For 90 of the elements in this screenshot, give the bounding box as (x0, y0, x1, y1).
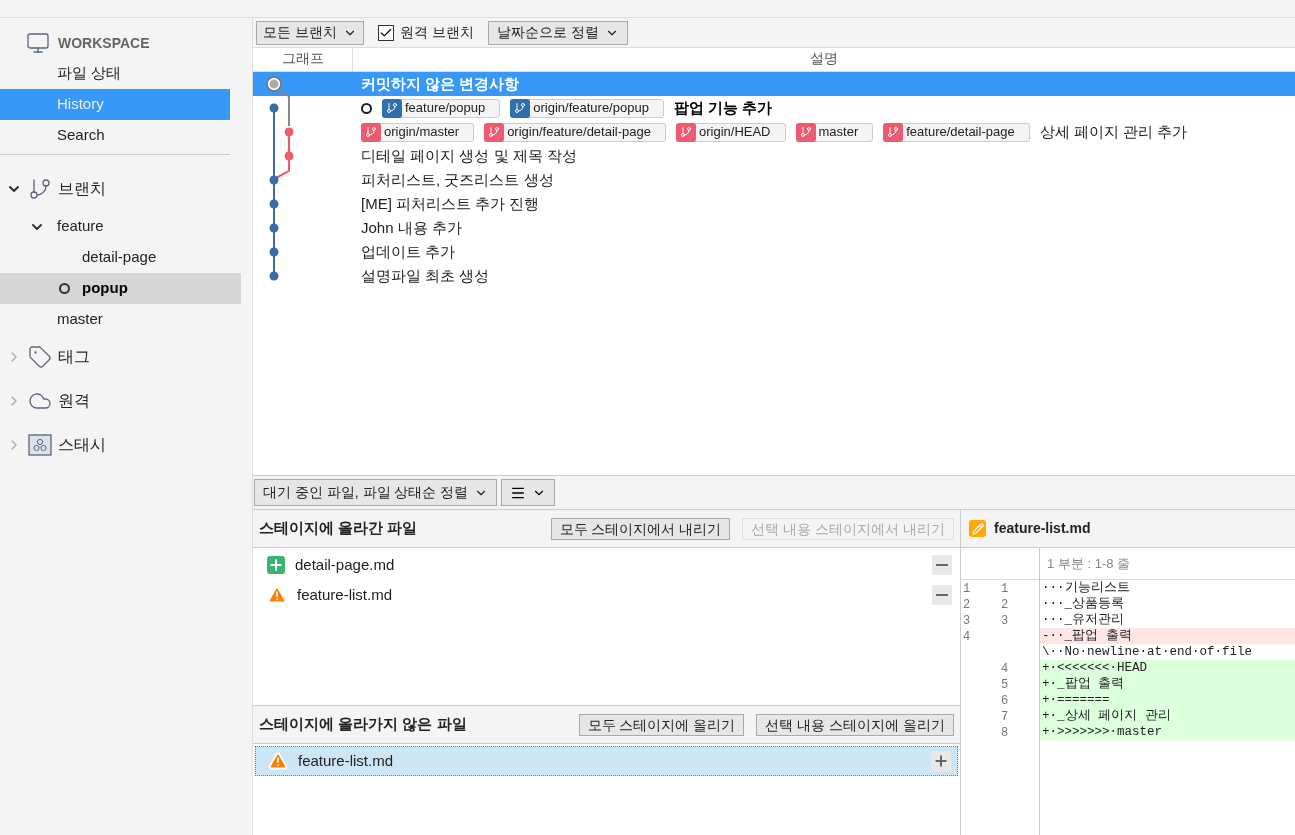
file-row[interactable]: detail-page.md (255, 550, 958, 580)
line-number: 8 (1001, 726, 1009, 740)
stage-action-button[interactable]: 선택 내용 스테이지에 올리기 (756, 713, 954, 736)
modified-file-icon (969, 520, 986, 537)
workspace-item[interactable]: 파일 상태 (0, 58, 230, 89)
commit-message: 설명파일 최초 생성 (361, 265, 490, 286)
unstage-button[interactable] (932, 585, 952, 605)
diff-line: ···기능리스트 (1041, 580, 1131, 596)
column-header[interactable]: 설명 (353, 48, 1295, 71)
warning-icon (268, 751, 288, 771)
branch-label: detail-page (82, 247, 157, 268)
branch-tag[interactable]: origin/HEAD (675, 122, 786, 142)
commit-row[interactable]: 업데이트 추가 (253, 240, 1295, 264)
commit-row[interactable]: [ME] 피처리스트 추가 진행 (253, 192, 1295, 216)
section-title: 스테이지에 올라가지 않은 파일 (259, 714, 468, 735)
file-sort-dropdown[interactable]: 대기 중인 파일, 파일 상태순 정렬 (254, 479, 498, 506)
monitor-icon (26, 31, 50, 55)
added-file-icon (267, 556, 285, 574)
line-number: 5 (1001, 678, 1009, 692)
commit-row[interactable]: 디테일 페이지 생성 및 제목 작성 (253, 144, 1295, 168)
section-label[interactable]: 태그 (58, 345, 90, 369)
commit-row[interactable]: John 내용 추가 (253, 216, 1295, 240)
line-number: 4 (1001, 662, 1009, 676)
branch-filter-dropdown[interactable]: 모든 브랜치 (256, 20, 364, 45)
line-number: 7 (1001, 710, 1009, 724)
line-number: 2 (1001, 598, 1009, 612)
stage-action-button[interactable]: 모두 스테이지에 올리기 (578, 713, 745, 736)
commit-row[interactable]: origin/master origin/feature/detail-page origin/HEAD master feature/detail-page 상세 페이지 관리 추가 (253, 120, 1295, 144)
section-label[interactable]: 원격 (58, 389, 90, 413)
branch-item[interactable]: master (0, 304, 241, 335)
branch-tag[interactable]: feature/detail-page (883, 122, 1030, 142)
commit-row[interactable]: 피처리스트, 굿즈리스트 생성 (253, 168, 1295, 192)
file-name: feature-list.md (298, 750, 395, 771)
line-number: 1 (963, 582, 971, 596)
section-label[interactable]: 스태시 (58, 433, 106, 457)
hunk-header: 1 부분 : 1-8 줄 (1047, 554, 1131, 573)
commit-message: 업데이트 추가 (361, 241, 456, 262)
sort-dropdown[interactable]: 날짜순으로 정렬 (487, 20, 628, 45)
branch-tag[interactable]: origin/feature/popup (510, 98, 664, 118)
branch-label: popup (82, 278, 128, 299)
branch-tag[interactable]: master (795, 122, 874, 142)
column-header[interactable]: 그래프 (253, 48, 353, 71)
commit-message: [ME] 피처리스트 추가 진행 (361, 193, 540, 214)
stage-action-button[interactable]: 모두 스테이지에서 내리기 (550, 517, 731, 540)
warning-icon (267, 585, 287, 605)
diff-file-name: feature-list.md (994, 519, 1091, 538)
line-number: 3 (963, 614, 971, 628)
commit-message: 팝업 기능 추가 (673, 97, 773, 118)
minus-icon (936, 593, 948, 597)
line-number: 3 (1001, 614, 1009, 628)
commit-message: John 내용 추가 (361, 217, 462, 238)
branch-tag[interactable]: origin/feature/detail-page (484, 122, 666, 142)
commit-message: 상세 페이지 관리 추가 (1039, 121, 1188, 142)
diff-line: ···_상품등록 (1041, 596, 1125, 612)
branch-label: master (57, 309, 103, 330)
plus-icon (933, 753, 949, 769)
commit-message: 디테일 페이지 생성 및 제목 작성 (361, 145, 577, 166)
branch-item[interactable]: detail-page (0, 242, 241, 273)
branch-tag[interactable]: origin/master (361, 122, 475, 142)
workspace-title: WORKSPACE (58, 33, 150, 53)
line-number: 4 (963, 630, 971, 644)
commit-message: 피처리스트, 굿즈리스트 생성 (361, 169, 554, 190)
branch-item[interactable]: popup (0, 273, 241, 304)
section-label[interactable]: 브랜치 (58, 177, 106, 201)
line-number: 6 (1001, 694, 1009, 708)
file-name: feature-list.md (297, 584, 394, 605)
commit-row[interactable]: 설명파일 최초 생성 (253, 264, 1295, 288)
diff-line: \··No·newline·at·end·of·file (1041, 644, 1254, 660)
branch-label: feature (57, 216, 104, 237)
stash-icon (28, 434, 52, 456)
remote-branches-checkbox[interactable] (377, 24, 394, 41)
line-number: 2 (963, 598, 971, 612)
file-row[interactable]: feature-list.md (255, 580, 958, 610)
branch-icon (28, 177, 52, 201)
workspace-item[interactable]: Search (0, 120, 230, 151)
file-name: detail-page.md (295, 554, 396, 575)
line-number: 1 (1001, 582, 1009, 596)
minus-icon (936, 563, 948, 567)
view-options-button[interactable] (501, 479, 556, 506)
section-title: 스테이지에 올라간 파일 (259, 518, 419, 539)
unstage-button[interactable] (932, 555, 952, 575)
stage-button[interactable] (931, 751, 951, 771)
checkbox-label[interactable]: 원격 브랜치 (399, 22, 474, 43)
file-row[interactable]: feature-list.md (255, 746, 958, 776)
tag-icon (28, 345, 52, 369)
commit-message: 커밋하지 않은 변경사항 (361, 73, 520, 94)
branch-item[interactable]: feature (0, 211, 241, 242)
branch-tag[interactable]: feature/popup (382, 98, 501, 118)
commit-row[interactable]: feature/popup origin/feature/popup 팝업 기능 추가 (253, 96, 1295, 120)
diff-line: ···_유저관리 (1041, 612, 1125, 628)
